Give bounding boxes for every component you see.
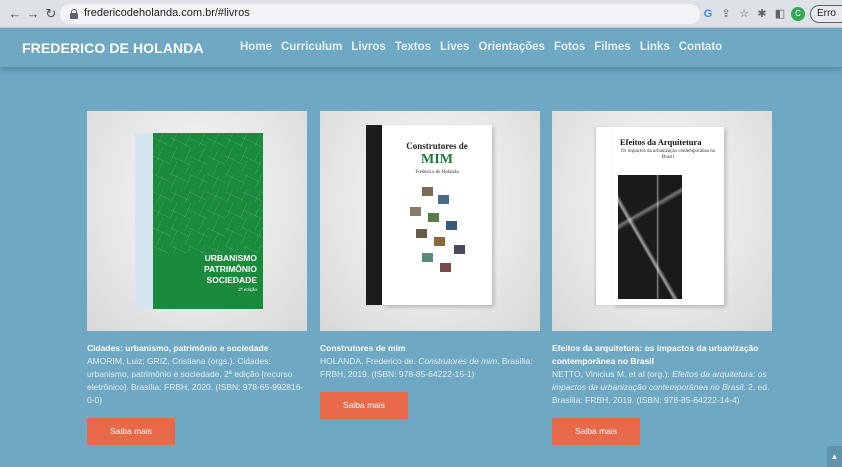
saiba-mais-button[interactable]: Saiba mais [552, 418, 640, 445]
book-title: Efeitos da arquitetura: os impactos da u… [552, 343, 759, 366]
url-text[interactable]: fredericodeholanda.com.br/#livros [84, 7, 250, 19]
menu-home[interactable]: Home [240, 41, 272, 53]
book-reference: AMORIM, Luiz; GRIZ, Cristiana (orgs.). C… [87, 356, 304, 405]
cover-title-big: MIM [421, 152, 453, 167]
book-reference: NETTO, Vinicius M. et al (org.). Efeitos… [552, 369, 770, 405]
main-menu: Home Curriculum Livros Textos Lives Orie… [240, 41, 722, 53]
book-spine [135, 133, 153, 309]
site-brand[interactable]: FREDERICO DE HOLANDA [22, 40, 204, 56]
cover-title-line: SOCIEDADE [206, 275, 257, 285]
menu-orientacoes[interactable]: Orientações [478, 41, 544, 53]
share-icon[interactable]: ⇪ [718, 5, 734, 23]
book-spine [596, 127, 612, 305]
book-front: Construtores de MIM Frederico de Holanda [382, 125, 492, 305]
book-cover-image[interactable]: Construtores de MIM Frederico de Holanda [320, 111, 540, 331]
menu-links[interactable]: Links [640, 41, 670, 53]
lock-icon [70, 9, 78, 19]
menu-livros[interactable]: Livros [351, 41, 386, 53]
saiba-mais-button[interactable]: Saiba mais [320, 392, 408, 419]
cover-title-line: PATRIMÔNIO [203, 264, 257, 274]
cover-edition: 2ª edição [238, 287, 257, 292]
cover-subtitle: Os impactos da urbanização contemporânea… [620, 149, 716, 160]
error-button[interactable]: Erro [810, 5, 842, 23]
profile-avatar[interactable]: C [791, 7, 805, 21]
scroll-to-top-icon[interactable]: ▲ [827, 446, 842, 467]
book-front: URBANISMO PATRIMÔNIO SOCIEDADE 2ª edição [153, 133, 263, 309]
sidepanel-icon[interactable]: ◧ [772, 5, 788, 23]
menu-textos[interactable]: Textos [395, 41, 431, 53]
cover-title: Construtores de [406, 141, 468, 151]
menu-curriculum[interactable]: Curriculum [281, 41, 342, 53]
back-arrow-icon[interactable]: ← [6, 5, 24, 23]
book-title: Construtores de mim [320, 343, 406, 353]
book-card: Construtores de MIM Frederico de Holanda… [320, 111, 540, 419]
bookmark-star-icon[interactable]: ☆ [736, 5, 752, 23]
reload-icon[interactable]: ↻ [42, 5, 60, 23]
book-card: URBANISMO PATRIMÔNIO SOCIEDADE 2ª edição… [87, 111, 307, 445]
menu-filmes[interactable]: Filmes [594, 41, 630, 53]
site-header: FREDERICO DE HOLANDA Home Curriculum Liv… [0, 29, 842, 67]
menu-contato[interactable]: Contato [679, 41, 722, 53]
menu-fotos[interactable]: Fotos [554, 41, 585, 53]
cover-artwork [618, 175, 682, 299]
menu-lives[interactable]: Lives [440, 41, 469, 53]
browser-toolbar: ← → ↻ fredericodeholanda.com.br/#livros … [0, 0, 842, 28]
forward-arrow-icon[interactable]: → [24, 5, 42, 23]
book-card: Efeitos da Arquitetura Os impactos da ur… [552, 111, 772, 445]
cover-title-line: URBANISMO [204, 253, 257, 263]
saiba-mais-button[interactable]: Saiba mais [87, 418, 175, 445]
book-cover-image[interactable]: URBANISMO PATRIMÔNIO SOCIEDADE 2ª edição [87, 111, 307, 331]
extensions-icon[interactable]: ✱ [754, 5, 770, 23]
cover-author: Frederico de Holanda [415, 170, 459, 175]
book-cover-image[interactable]: Efeitos da Arquitetura Os impactos da ur… [552, 111, 772, 331]
book-front: Efeitos da Arquitetura Os impactos da ur… [612, 127, 724, 305]
address-bar[interactable]: fredericodeholanda.com.br/#livros [60, 4, 700, 24]
google-icon[interactable]: G [700, 5, 716, 23]
book-reference: HOLANDA, Frederico de. Construtores de m… [320, 356, 533, 379]
book-spine [366, 125, 382, 305]
book-title: Cidades: urbanismo, patrimônio e socieda… [87, 343, 269, 353]
cover-title: Efeitos da Arquitetura [620, 137, 702, 147]
